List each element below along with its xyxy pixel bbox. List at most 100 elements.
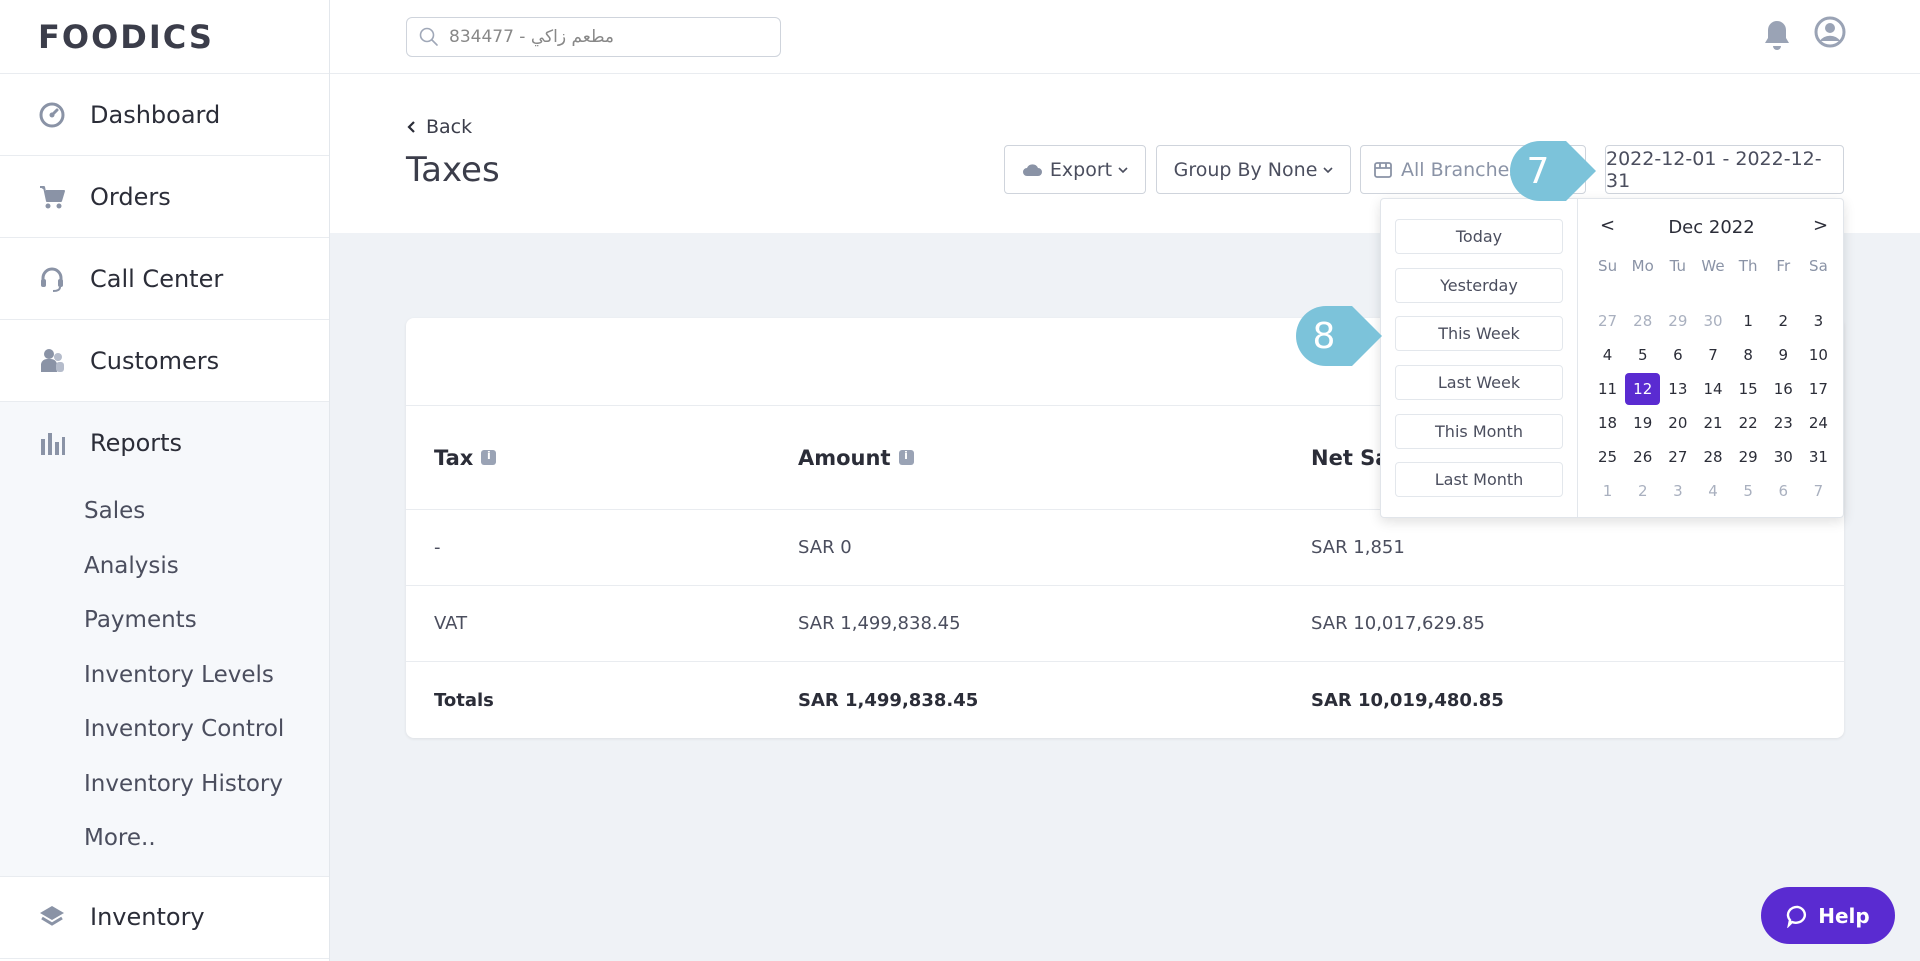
help-button[interactable]: Help xyxy=(1761,887,1895,944)
calendar-day[interactable]: 7 xyxy=(1695,339,1730,371)
calendar-day[interactable]: 5 xyxy=(1731,475,1766,507)
calendar-week: 1234567 xyxy=(1590,475,1836,509)
dashboard-icon xyxy=(38,101,66,129)
calendar-day[interactable]: 28 xyxy=(1625,305,1660,337)
calendar-day[interactable]: 19 xyxy=(1625,407,1660,439)
preset-this-week[interactable]: This Week xyxy=(1395,316,1563,351)
calendar-day[interactable]: 2 xyxy=(1625,475,1660,507)
column-header-net-sales: Net Sa xyxy=(1311,445,1390,470)
calendar-day[interactable]: 20 xyxy=(1660,407,1695,439)
calendar-day[interactable]: 18 xyxy=(1590,407,1625,439)
sidebar-item-customers[interactable]: Customers xyxy=(0,320,329,402)
sidebar-item-reports[interactable]: Reports xyxy=(0,402,329,484)
calendar-day[interactable]: 2 xyxy=(1766,305,1801,337)
calendar-week: 25 26 27 28 29 30 31 xyxy=(1590,441,1836,475)
calendar-day[interactable]: 6 xyxy=(1660,339,1695,371)
calendar-day[interactable]: 17 xyxy=(1801,373,1836,405)
weekday-label: Th xyxy=(1738,257,1758,275)
calendar-day[interactable]: 6 xyxy=(1766,475,1801,507)
calendar-day[interactable]: 23 xyxy=(1766,407,1801,439)
search-box[interactable] xyxy=(406,17,781,57)
preset-last-week[interactable]: Last Week xyxy=(1395,365,1563,400)
calendar-day[interactable]: 21 xyxy=(1695,407,1730,439)
weekday-label: Su xyxy=(1598,257,1618,275)
calendar-day[interactable]: 4 xyxy=(1695,475,1730,507)
sidebar-item-dashboard[interactable]: Dashboard xyxy=(0,74,329,156)
cell-net-sales: SAR 1,851 xyxy=(1311,537,1405,558)
sidebar: FOODICS Dashboard Orders Call Center Cus… xyxy=(0,0,330,961)
calendar-day[interactable]: 13 xyxy=(1660,373,1695,405)
chat-bubble-icon xyxy=(1787,905,1807,928)
calendar-day[interactable]: 7 xyxy=(1801,475,1836,507)
sidebar-item-orders[interactable]: Orders xyxy=(0,156,329,238)
sidebar-subitem-sales[interactable]: Sales xyxy=(0,484,329,539)
bell-icon[interactable] xyxy=(1762,18,1792,56)
sidebar-item-label: Dashboard xyxy=(90,100,221,129)
sidebar-subitem-analysis[interactable]: Analysis xyxy=(0,539,329,594)
sidebar-subitem-more[interactable]: More.. xyxy=(0,811,329,866)
weekday-label: Tu xyxy=(1669,257,1687,275)
top-bar xyxy=(330,0,1920,74)
calendar-day[interactable]: 15 xyxy=(1731,373,1766,405)
calendar-day[interactable]: 3 xyxy=(1660,475,1695,507)
date-range-picker: Today Yesterday This Week Last Week This… xyxy=(1380,198,1844,518)
info-icon[interactable] xyxy=(481,449,497,465)
info-icon[interactable] xyxy=(898,449,914,465)
cloud-icon xyxy=(1022,163,1042,176)
calendar-day[interactable]: 1 xyxy=(1731,305,1766,337)
calendar-day[interactable]: 31 xyxy=(1801,441,1836,473)
search-input[interactable] xyxy=(449,27,749,47)
headset-icon xyxy=(38,265,66,293)
calendar-day[interactable]: 25 xyxy=(1590,441,1625,473)
preset-this-month[interactable]: This Month xyxy=(1395,414,1563,449)
step-callout-8: 8 xyxy=(1296,306,1382,366)
next-month-button[interactable]: > xyxy=(1813,215,1828,236)
date-range-label: 2022-12-01 - 2022-12-31 xyxy=(1606,147,1822,192)
sidebar-subitem-inventory-control[interactable]: Inventory Control xyxy=(0,702,329,757)
calendar-day[interactable]: 9 xyxy=(1766,339,1801,371)
prev-month-button[interactable]: < xyxy=(1600,215,1615,236)
sidebar-subitem-payments[interactable]: Payments xyxy=(0,593,329,648)
date-range-button[interactable]: 2022-12-01 - 2022-12-31 xyxy=(1605,145,1844,194)
calendar-day[interactable]: 29 xyxy=(1660,305,1695,337)
sidebar-item-call-center[interactable]: Call Center xyxy=(0,238,329,320)
calendar-day[interactable]: 27 xyxy=(1590,305,1625,337)
column-header-tax: Tax xyxy=(434,446,497,470)
calendar-day[interactable]: 26 xyxy=(1625,441,1660,473)
calendar-day[interactable]: 12 xyxy=(1625,373,1661,405)
calendar-day[interactable]: 16 xyxy=(1766,373,1801,405)
preset-today[interactable]: Today xyxy=(1395,219,1563,254)
calendar-day[interactable]: 29 xyxy=(1731,441,1766,473)
step-callout-7: 7 xyxy=(1510,141,1596,201)
preset-yesterday[interactable]: Yesterday xyxy=(1395,268,1563,303)
back-label: Back xyxy=(426,116,473,138)
calendar-day[interactable]: 27 xyxy=(1660,441,1695,473)
sidebar-subitem-inventory-levels[interactable]: Inventory Levels xyxy=(0,648,329,703)
back-link[interactable]: Back xyxy=(406,116,472,138)
calendar-day[interactable]: 5 xyxy=(1625,339,1660,371)
sidebar-subitem-inventory-history[interactable]: Inventory History xyxy=(0,757,329,812)
chevron-down-icon xyxy=(1118,166,1128,173)
user-avatar-icon[interactable] xyxy=(1814,16,1846,52)
cell-amount: SAR 0 xyxy=(798,537,852,558)
calendar-day[interactable]: 30 xyxy=(1695,305,1730,337)
calendar-day[interactable]: 24 xyxy=(1801,407,1836,439)
cell-totals-label: Totals xyxy=(434,689,494,711)
export-button[interactable]: Export xyxy=(1004,145,1146,194)
calendar-day[interactable]: 3 xyxy=(1801,305,1836,337)
calendar-day[interactable]: 8 xyxy=(1731,339,1766,371)
calendar-day[interactable]: 30 xyxy=(1766,441,1801,473)
calendar-day[interactable]: 28 xyxy=(1695,441,1730,473)
foodics-logo[interactable]: FOODICS xyxy=(0,0,329,74)
calendar-day[interactable]: 11 xyxy=(1590,373,1625,405)
calendar-day[interactable]: 4 xyxy=(1590,339,1625,371)
store-icon xyxy=(1374,161,1392,178)
preset-last-month[interactable]: Last Month xyxy=(1395,462,1563,497)
cell-amount: SAR 1,499,838.45 xyxy=(798,613,961,634)
calendar-day[interactable]: 10 xyxy=(1801,339,1836,371)
calendar-day[interactable]: 1 xyxy=(1590,475,1625,507)
calendar-day[interactable]: 14 xyxy=(1695,373,1730,405)
group-by-dropdown[interactable]: Group By None xyxy=(1156,145,1351,194)
calendar-day[interactable]: 22 xyxy=(1731,407,1766,439)
sidebar-item-inventory[interactable]: Inventory xyxy=(0,877,329,959)
